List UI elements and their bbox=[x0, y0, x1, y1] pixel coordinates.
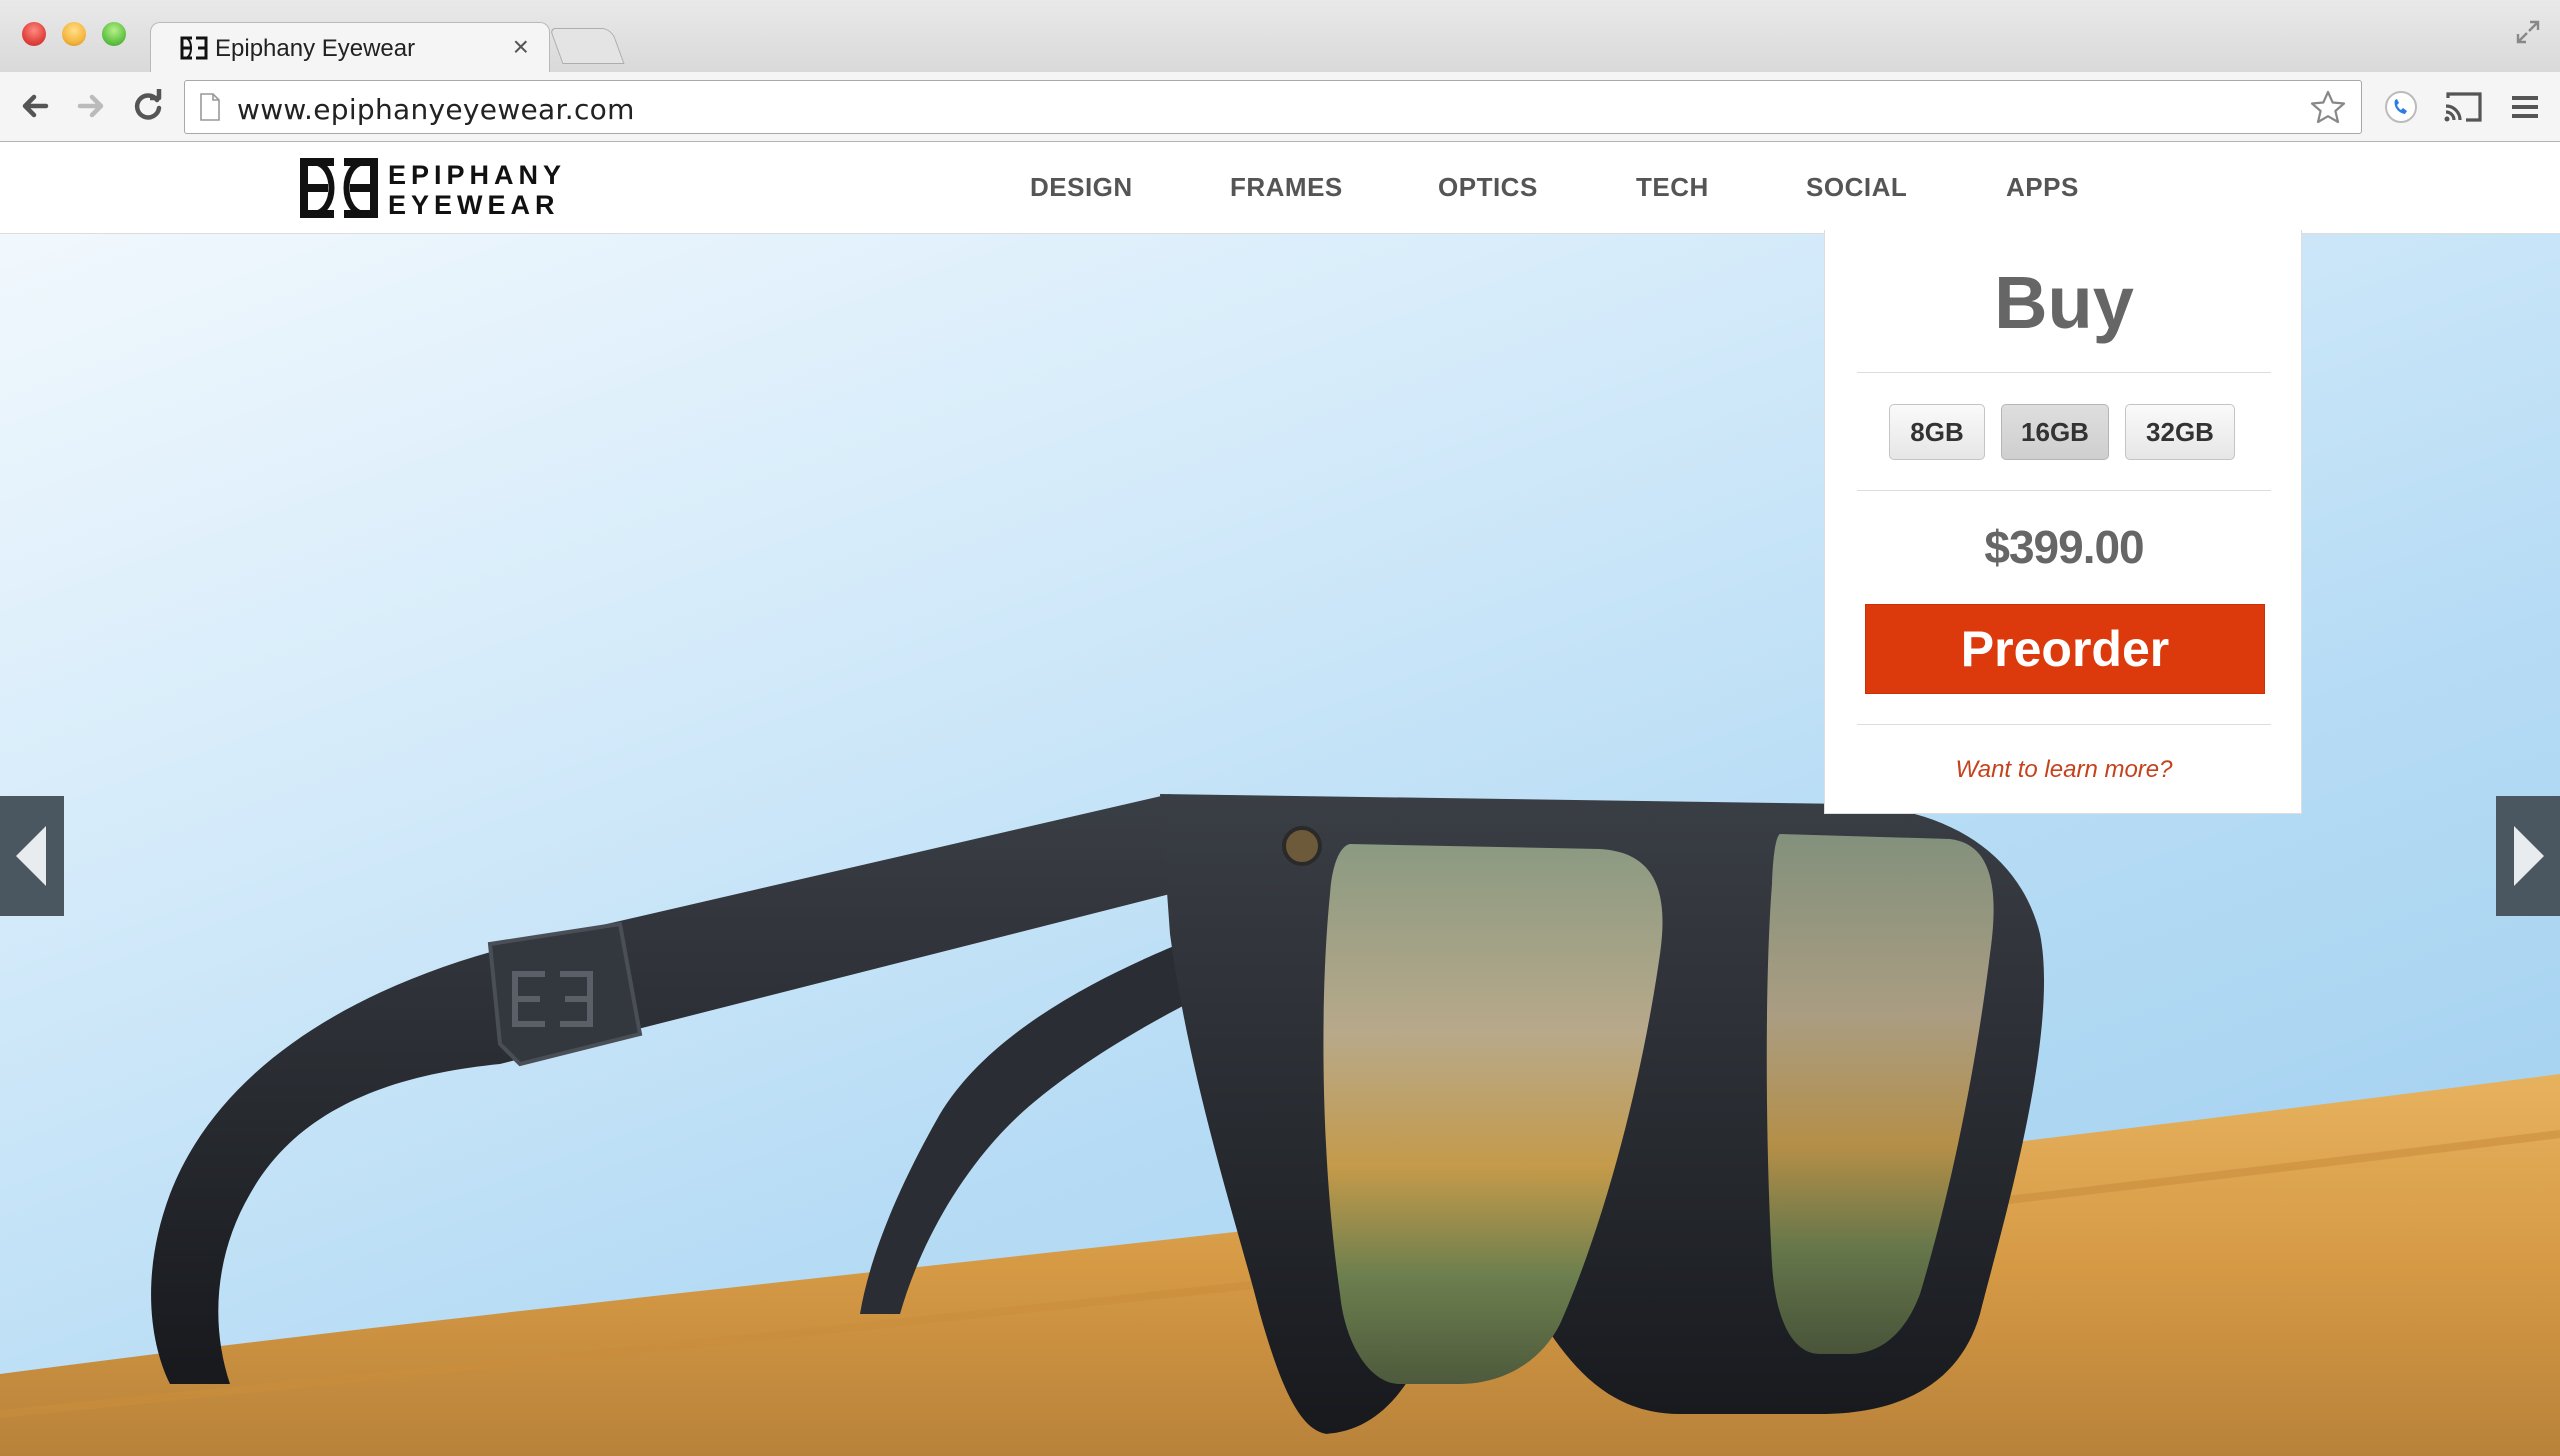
browser-titlebar: Epiphany Eyewear × bbox=[0, 0, 2560, 74]
site-favicon-icon bbox=[180, 36, 208, 60]
capacity-16gb-button[interactable]: 16GB bbox=[2001, 404, 2109, 460]
divider bbox=[1857, 724, 2271, 725]
browser-tab[interactable]: Epiphany Eyewear × bbox=[150, 22, 550, 74]
logo-text-bottom: EYEWEAR bbox=[388, 190, 560, 220]
divider bbox=[1857, 372, 2271, 373]
address-bar[interactable]: www.epiphanyeyewear.com bbox=[184, 80, 2362, 134]
carousel-next-button[interactable] bbox=[2496, 796, 2560, 916]
back-button[interactable] bbox=[16, 86, 56, 126]
tab-close-icon[interactable]: × bbox=[513, 33, 529, 61]
forward-icon bbox=[77, 94, 104, 118]
nav-design[interactable]: DESIGN bbox=[1030, 172, 1133, 203]
learn-more-link[interactable]: Want to learn more? bbox=[1825, 756, 2303, 784]
browser-toolbar: www.epiphanyeyewear.com bbox=[0, 72, 2560, 142]
price: $399.00 bbox=[1984, 521, 2144, 573]
zoom-window-button[interactable] bbox=[102, 22, 126, 46]
logo-mark-icon bbox=[300, 158, 378, 218]
tab-title: Epiphany Eyewear bbox=[215, 35, 416, 62]
minimize-window-button[interactable] bbox=[62, 22, 86, 46]
capacity-32gb-button[interactable]: 32GB bbox=[2125, 404, 2235, 460]
forward-button[interactable] bbox=[70, 86, 110, 126]
preorder-button[interactable]: Preorder bbox=[1865, 604, 2265, 694]
capacity-8gb-button[interactable]: 8GB bbox=[1889, 404, 1985, 460]
cast-icon[interactable] bbox=[2442, 88, 2484, 126]
nav-optics[interactable]: OPTICS bbox=[1438, 172, 1538, 203]
nav-apps[interactable]: APPS bbox=[2006, 172, 2079, 203]
reload-icon bbox=[134, 89, 162, 120]
reload-button[interactable] bbox=[128, 86, 168, 126]
nav-frames[interactable]: FRAMES bbox=[1230, 172, 1343, 203]
nav-social[interactable]: SOCIAL bbox=[1806, 172, 1907, 203]
logo-text-top: EPIPHANY bbox=[388, 160, 567, 190]
site-logo[interactable]: EPIPHANY EYEWEAR bbox=[298, 156, 568, 220]
buy-title: Buy bbox=[1994, 261, 2134, 344]
carousel-prev-button[interactable] bbox=[0, 796, 64, 916]
star-icon[interactable] bbox=[2309, 89, 2347, 127]
site-header: EPIPHANY EYEWEAR DESIGN FRAMES OPTICS TE… bbox=[0, 142, 2560, 234]
fullscreen-icon[interactable] bbox=[2514, 18, 2542, 46]
new-tab-button[interactable] bbox=[549, 28, 625, 64]
chevron-right-icon bbox=[2514, 826, 2544, 886]
divider bbox=[1857, 490, 2271, 491]
close-window-button[interactable] bbox=[22, 22, 46, 46]
buy-panel: Buy 8GB 16GB 32GB $399.00 Preorder Want … bbox=[1824, 230, 2302, 814]
url-text[interactable]: www.epiphanyeyewear.com bbox=[237, 93, 635, 126]
extension-icon[interactable] bbox=[2382, 88, 2420, 126]
menu-icon[interactable] bbox=[2506, 88, 2544, 126]
page-icon bbox=[200, 93, 220, 121]
nav-tech[interactable]: TECH bbox=[1636, 172, 1709, 203]
back-icon bbox=[22, 94, 49, 118]
chevron-left-icon bbox=[16, 826, 46, 886]
